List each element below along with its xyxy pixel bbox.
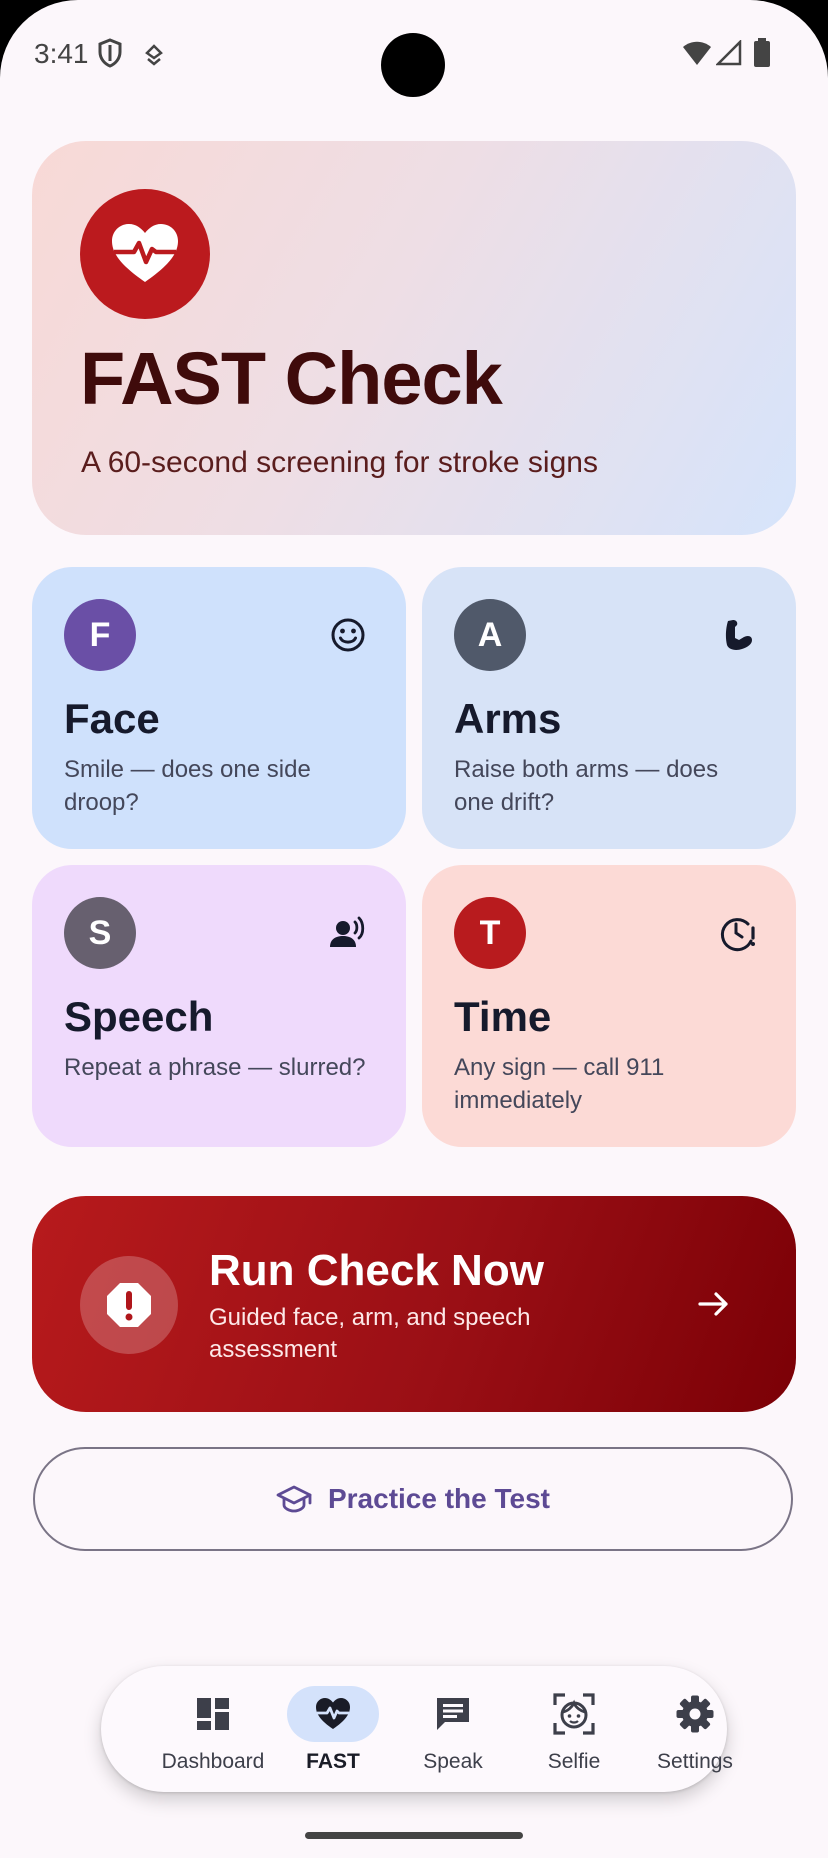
status-bar: 3:41 bbox=[0, 0, 828, 110]
chat-icon bbox=[437, 1698, 469, 1730]
face-scan-icon bbox=[553, 1693, 595, 1735]
signal-icon bbox=[716, 40, 742, 66]
card-speech[interactable]: S Speech Repeat a phrase — slurred? bbox=[32, 865, 406, 1147]
battery-icon bbox=[754, 38, 770, 67]
graduation-cap-icon bbox=[276, 1485, 312, 1513]
alert-octagon-icon bbox=[107, 1283, 151, 1327]
speaking-person-icon bbox=[330, 916, 365, 947]
page-title: FAST Check bbox=[80, 337, 503, 420]
practice-test-label: Practice the Test bbox=[327, 1483, 551, 1514]
card-letter-badge: A bbox=[454, 599, 526, 671]
download-status-icon bbox=[145, 44, 163, 66]
camera-cutout bbox=[381, 33, 445, 97]
card-letter-badge: F bbox=[64, 599, 136, 671]
card-description: Raise both arms — does one drift? bbox=[454, 756, 719, 816]
nav-label: Settings bbox=[657, 1750, 733, 1773]
page-subtitle: A 60-second screening for stroke signs bbox=[81, 446, 598, 479]
nav-label: FAST bbox=[306, 1750, 360, 1773]
run-check-badge bbox=[80, 1256, 178, 1354]
hero-badge bbox=[80, 189, 210, 319]
run-check-subtitle: Guided face, arm, and speech assessment bbox=[209, 1304, 531, 1363]
nav-label: Speak bbox=[423, 1750, 483, 1773]
nav-label: Selfie bbox=[547, 1750, 601, 1773]
card-description: Any sign — call 911 immediately bbox=[454, 1054, 665, 1114]
nav-item-dashboard[interactable]: Dashboard bbox=[153, 1666, 273, 1792]
card-title: Time bbox=[454, 993, 552, 1040]
card-letter-badge: T bbox=[454, 897, 526, 969]
run-check-button[interactable]: Run Check Now Guided face, arm, and spee… bbox=[32, 1196, 796, 1412]
wifi-icon bbox=[683, 41, 711, 65]
gear-icon bbox=[676, 1695, 714, 1733]
app-screen: 3:41 FAST Check A 60-second screening fo… bbox=[0, 0, 828, 1858]
dashboard-icon bbox=[197, 1698, 229, 1730]
run-check-title: Run Check Now bbox=[209, 1246, 544, 1295]
heart-pulse-icon bbox=[112, 224, 178, 282]
arm-icon bbox=[725, 620, 752, 650]
smile-icon bbox=[331, 618, 365, 652]
card-title: Arms bbox=[454, 695, 562, 742]
shield-icon bbox=[98, 38, 122, 68]
practice-test-button[interactable]: Practice the Test bbox=[33, 1447, 793, 1551]
card-description: Repeat a phrase — slurred? bbox=[64, 1054, 366, 1081]
card-title: Face bbox=[64, 695, 160, 742]
nav-item-selfie[interactable]: Selfie bbox=[514, 1666, 634, 1792]
nav-item-speak[interactable]: Speak bbox=[393, 1666, 513, 1792]
card-time[interactable]: T Time Any sign — call 911 immediately bbox=[422, 865, 796, 1147]
card-title: Speech bbox=[64, 993, 214, 1040]
bottom-navigation: Dashboard FAST Speak Selfie Settings bbox=[101, 1666, 733, 1792]
heart-pulse-icon bbox=[316, 1698, 350, 1729]
arrow-right-icon bbox=[698, 1292, 728, 1316]
card-face[interactable]: F Face Smile — does one side droop? bbox=[32, 567, 406, 849]
status-time: 3:41 bbox=[34, 38, 89, 69]
nav-item-settings[interactable]: Settings bbox=[635, 1666, 755, 1792]
clock-alert-icon bbox=[720, 918, 755, 952]
home-indicator[interactable] bbox=[305, 1832, 523, 1839]
nav-label: Dashboard bbox=[161, 1750, 265, 1773]
card-letter-badge: S bbox=[64, 897, 136, 969]
card-description: Smile — does one side droop? bbox=[64, 756, 311, 816]
card-arms[interactable]: A Arms Raise both arms — does one drift? bbox=[422, 567, 796, 849]
nav-item-fast[interactable]: FAST bbox=[273, 1666, 393, 1792]
hero-card: FAST Check A 60-second screening for str… bbox=[32, 141, 796, 535]
